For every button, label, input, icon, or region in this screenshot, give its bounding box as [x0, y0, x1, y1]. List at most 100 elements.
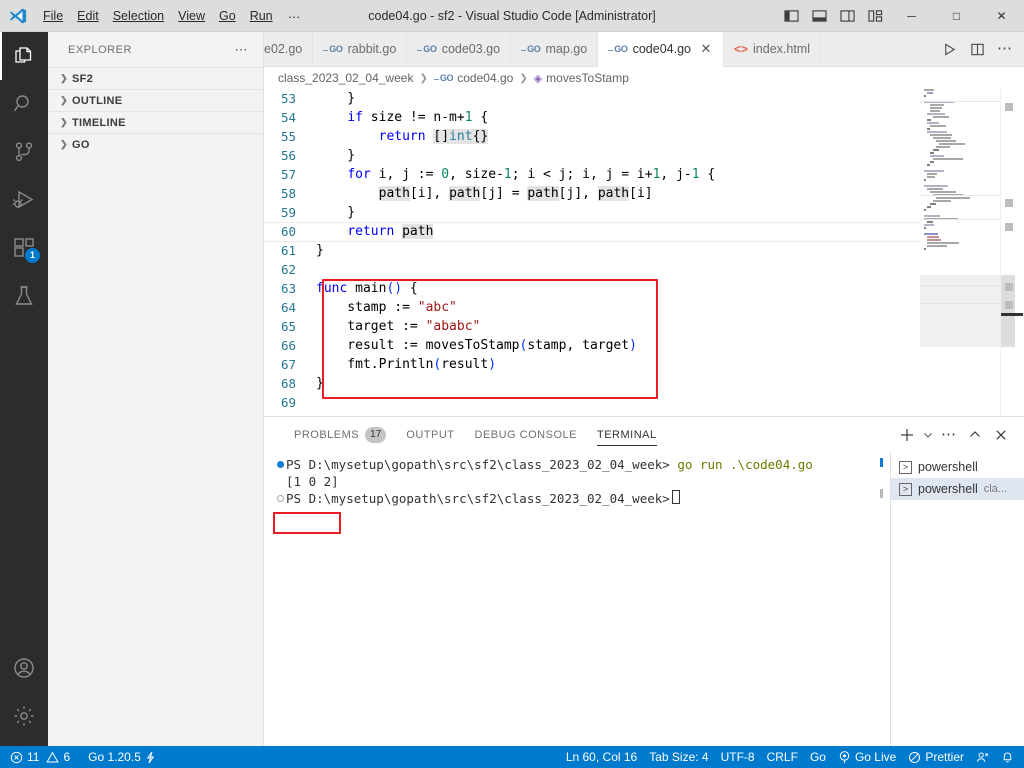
terminal-instance-powershell[interactable]: > powershell — [891, 456, 1024, 478]
status-indentation[interactable]: Tab Size: 4 — [643, 746, 714, 768]
more-actions-button[interactable]: ⋯ — [992, 32, 1018, 66]
code-line[interactable]: 61} — [264, 241, 1024, 260]
tab-label: map.go — [545, 42, 588, 56]
code-line[interactable]: 53 } — [264, 89, 1024, 108]
menu-selection[interactable]: Selection — [106, 5, 171, 27]
customize-layout-icon[interactable] — [861, 0, 889, 32]
accounts-icon[interactable] — [0, 644, 48, 692]
code-line[interactable]: 59 } — [264, 203, 1024, 222]
activity-item-source-control[interactable] — [0, 128, 48, 176]
activity-item-testing[interactable] — [0, 272, 48, 320]
status-bar-right: Ln 60, Col 16 Tab Size: 4 UTF-8 CRLF Go … — [560, 746, 1020, 768]
code-line[interactable]: 65 target := "ababc" — [264, 317, 1024, 336]
menu-view[interactable]: View — [171, 5, 212, 27]
minimap[interactable] — [920, 89, 1000, 416]
status-problems[interactable]: 11 6 — [4, 746, 76, 768]
vscode-logo-icon — [0, 0, 36, 32]
code-line[interactable]: 54 if size != n-m+1 { — [264, 108, 1024, 127]
panel-tab-problems[interactable]: PROBLEMS 17 — [284, 417, 396, 452]
command-success-dot-icon — [274, 456, 286, 468]
panel-tab-label: OUTPUT — [406, 428, 455, 441]
status-notifications[interactable] — [995, 746, 1020, 768]
tab-rabbit-go[interactable]: GO rabbit.go — [313, 32, 408, 66]
tab-map-go[interactable]: GO map.go — [511, 32, 599, 66]
activity-item-extensions[interactable]: 1 — [0, 224, 48, 272]
sidebar-more-actions-icon[interactable]: ⋯ — [235, 42, 254, 58]
breadcrumb-file[interactable]: code04.go — [457, 71, 513, 85]
status-feedback[interactable] — [970, 746, 995, 768]
menu-go[interactable]: Go — [212, 5, 243, 27]
code-line[interactable]: 60 return path — [264, 222, 1024, 241]
status-go-version[interactable]: Go 1.20.5 — [82, 746, 162, 768]
new-terminal-icon[interactable] — [894, 420, 920, 450]
line-number: 58 — [280, 186, 296, 201]
terminal-view[interactable]: PS D:\mysetup\gopath\src\sf2\class_2023_… — [264, 452, 890, 746]
breadcrumb-symbol[interactable]: movesToStamp — [546, 71, 629, 85]
close-panel-icon[interactable] — [988, 420, 1014, 450]
panel-tab-debug-console[interactable]: DEBUG CONSOLE — [465, 417, 587, 452]
terminal-instance-powershell-class[interactable]: > powershell cla... — [891, 478, 1024, 500]
annotation-box-terminal-output — [273, 512, 341, 534]
menu-edit[interactable]: Edit — [70, 5, 106, 27]
split-editor-button[interactable] — [964, 32, 990, 66]
sidebar-section-timeline[interactable]: ❯ TIMELINE — [48, 111, 263, 133]
menu-overflow-button[interactable]: … — [280, 5, 310, 27]
code-line[interactable]: 67 fmt.Println(result) — [264, 355, 1024, 374]
menu-run[interactable]: Run — [243, 5, 280, 27]
sidebar-section-go[interactable]: ❯ GO — [48, 133, 263, 155]
minimap-line — [920, 233, 1000, 235]
activity-item-explorer[interactable] — [0, 32, 48, 80]
code-editor[interactable]: 53 } 54 if size != n-m+1 {55 return []int… — [264, 89, 1024, 416]
code-line[interactable]: 62 — [264, 260, 1024, 279]
window-close-button[interactable]: ✕ — [979, 0, 1024, 32]
toggle-panel-icon[interactable] — [805, 0, 833, 32]
status-prettier[interactable]: Prettier — [902, 746, 970, 768]
window-minimize-button[interactable]: ─ — [889, 0, 934, 32]
toggle-secondary-sidebar-icon[interactable] — [833, 0, 861, 32]
minimap-line — [920, 230, 1000, 232]
tab-close-icon[interactable]: ✕ — [699, 41, 713, 57]
panel-more-actions-icon[interactable]: ⋯ — [936, 420, 962, 450]
code-content[interactable]: 53 } 54 if size != n-m+1 {55 return []int… — [264, 89, 1024, 416]
menu-bar: File Edit Selection View Go Run … — [36, 0, 310, 32]
code-line[interactable]: 56 } — [264, 146, 1024, 165]
sidebar-section-outline[interactable]: ❯ OUTLINE — [48, 89, 263, 111]
code-line[interactable]: 57 for i, j := 0, size-1; i < j; i, j = … — [264, 165, 1024, 184]
window-maximize-button[interactable]: □ — [934, 0, 979, 32]
sidebar-section-sf2[interactable]: ❯ SF2 — [48, 67, 263, 89]
activity-item-run-and-debug[interactable] — [0, 176, 48, 224]
menu-file[interactable]: File — [36, 5, 70, 27]
status-cursor-position[interactable]: Ln 60, Col 16 — [560, 746, 643, 768]
status-language-mode[interactable]: Go — [804, 746, 832, 768]
line-number: 54 — [280, 110, 296, 125]
code-line[interactable]: 58 path[i], path[j] = path[j], path[i] — [264, 184, 1024, 203]
editor-scrollbar[interactable] — [1000, 89, 1024, 416]
code-line[interactable]: 66 result := movesToStamp(stamp, target) — [264, 336, 1024, 355]
code-line[interactable]: 55 return []int{} — [264, 127, 1024, 146]
status-eol[interactable]: CRLF — [761, 746, 804, 768]
code-line[interactable]: 68} — [264, 374, 1024, 393]
minimap-decoration — [920, 219, 1000, 220]
activity-item-search[interactable] — [0, 80, 48, 128]
tab-e02-go[interactable]: e02.go — [264, 32, 314, 66]
tab-code03-go[interactable]: GO code03.go — [407, 32, 512, 66]
toggle-primary-sidebar-icon[interactable] — [777, 0, 805, 32]
code-line[interactable]: 69 — [264, 393, 1024, 412]
status-go-live[interactable]: Go Live — [832, 746, 902, 768]
breadcrumb-folder[interactable]: class_2023_02_04_week — [278, 71, 413, 85]
panel-tab-terminal[interactable]: TERMINAL — [587, 417, 667, 452]
terminal-dropdown-icon[interactable] — [920, 420, 936, 450]
terminal-command: go run .\code04.go — [669, 457, 813, 472]
tab-code04-go[interactable]: GO code04.go ✕ — [598, 32, 724, 67]
minimap-line — [920, 125, 1000, 127]
tab-index-html[interactable]: <> index.html — [724, 32, 821, 66]
code-line[interactable]: 63 func main() { — [264, 279, 1024, 298]
minimap-line — [920, 173, 1000, 175]
status-encoding[interactable]: UTF-8 — [715, 746, 761, 768]
code-line[interactable]: 64 stamp := "abc" — [264, 298, 1024, 317]
panel-tab-output[interactable]: OUTPUT — [396, 417, 464, 452]
manage-gear-icon[interactable] — [0, 692, 48, 740]
run-button[interactable] — [936, 32, 962, 66]
maximize-panel-icon[interactable] — [962, 420, 988, 450]
minimap-line — [920, 131, 1000, 133]
